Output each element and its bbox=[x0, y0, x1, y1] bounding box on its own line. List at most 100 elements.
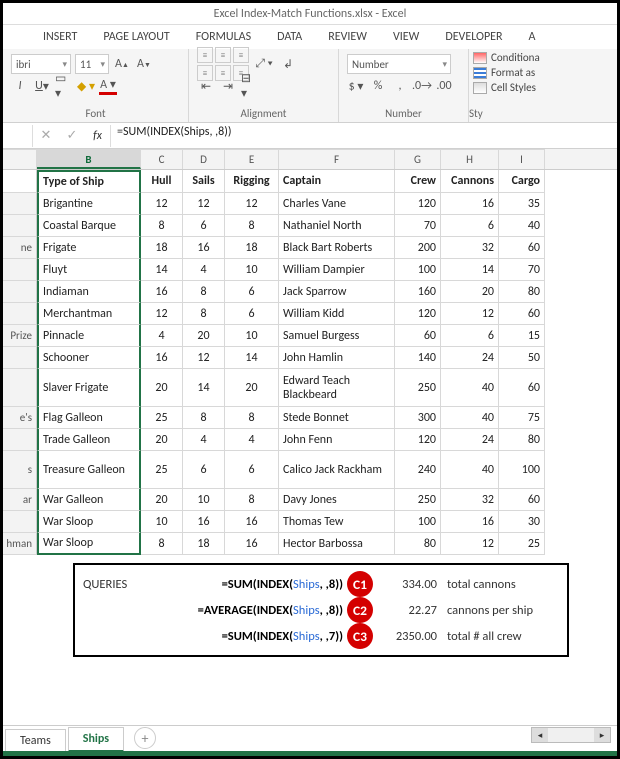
cell[interactable]: 25 bbox=[141, 407, 183, 429]
cell[interactable]: War Sloop bbox=[37, 511, 141, 533]
cell[interactable]: Trade Galleon bbox=[37, 429, 141, 451]
cell[interactable]: 10 bbox=[183, 489, 225, 511]
fill-color-icon[interactable]: ◆ ▾ bbox=[77, 77, 95, 95]
cell[interactable]: 60 bbox=[499, 303, 545, 325]
cell[interactable]: Pinnacle bbox=[37, 325, 141, 347]
cell[interactable]: 10 bbox=[225, 259, 279, 281]
scroll-left-icon[interactable]: ◂ bbox=[532, 728, 548, 742]
cell[interactable]: 18 bbox=[225, 237, 279, 259]
increase-decimal-icon[interactable]: .0→ bbox=[413, 77, 431, 95]
cell[interactable]: 6 bbox=[225, 451, 279, 489]
row-header[interactable] bbox=[3, 170, 37, 193]
cell[interactable]: 24 bbox=[441, 429, 499, 451]
cell[interactable]: 70 bbox=[499, 259, 545, 281]
cell[interactable]: Frigate bbox=[37, 237, 141, 259]
cell[interactable]: 60 bbox=[395, 325, 441, 347]
cell[interactable]: Slaver Frigate bbox=[37, 369, 141, 407]
cell[interactable]: 4 bbox=[225, 429, 279, 451]
cell[interactable]: 40 bbox=[499, 215, 545, 237]
cell[interactable]: 8 bbox=[225, 215, 279, 237]
cell[interactable]: 30 bbox=[499, 511, 545, 533]
cell[interactable]: 20 bbox=[441, 281, 499, 303]
cell[interactable]: Calico Jack Rackham bbox=[279, 451, 395, 489]
cell[interactable]: 50 bbox=[499, 347, 545, 369]
wrap-text-icon[interactable]: ↲ bbox=[279, 55, 297, 73]
cell[interactable]: 100 bbox=[395, 511, 441, 533]
cell[interactable]: Brigantine bbox=[37, 193, 141, 215]
cell[interactable]: 14 bbox=[225, 347, 279, 369]
cell[interactable]: 60 bbox=[499, 369, 545, 407]
cell[interactable]: 12 bbox=[441, 303, 499, 325]
cell[interactable]: 10 bbox=[225, 325, 279, 347]
tab-developer[interactable]: DEVELOPER bbox=[445, 30, 502, 44]
increase-font-icon[interactable]: A▲ bbox=[113, 55, 131, 73]
tab-review[interactable]: REVIEW bbox=[328, 30, 367, 44]
row-header[interactable] bbox=[3, 369, 37, 407]
cell[interactable]: Stede Bonnet bbox=[279, 407, 395, 429]
cell[interactable]: 80 bbox=[499, 281, 545, 303]
cell[interactable]: 8 bbox=[183, 281, 225, 303]
horizontal-scrollbar[interactable]: ◂ ▸ bbox=[531, 727, 611, 743]
cell[interactable]: 6 bbox=[183, 451, 225, 489]
row-header[interactable] bbox=[3, 193, 37, 215]
col-D[interactable]: D bbox=[183, 149, 225, 169]
cell[interactable]: 24 bbox=[441, 347, 499, 369]
increase-indent-icon[interactable]: ⇥ bbox=[219, 77, 237, 95]
formula-input[interactable]: =SUM(INDEX(Ships, ,8)) bbox=[111, 125, 617, 147]
cell[interactable]: 4 bbox=[183, 259, 225, 281]
cell[interactable]: 20 bbox=[141, 369, 183, 407]
conditional-formatting-button[interactable]: Conditiona bbox=[473, 51, 613, 64]
cell[interactable]: Edward Teach Blackbeard bbox=[279, 369, 395, 407]
cell[interactable]: 6 bbox=[441, 215, 499, 237]
cell[interactable]: 32 bbox=[441, 489, 499, 511]
row-header[interactable]: e's bbox=[3, 407, 37, 429]
tab-view[interactable]: VIEW bbox=[393, 30, 419, 44]
cell[interactable]: 14 bbox=[441, 259, 499, 281]
tab-insert[interactable]: INSERT bbox=[43, 30, 77, 44]
cell[interactable]: 70 bbox=[395, 215, 441, 237]
row-header[interactable] bbox=[3, 429, 37, 451]
tab-formulas[interactable]: FORMULAS bbox=[196, 30, 251, 44]
cell[interactable]: Jack Sparrow bbox=[279, 281, 395, 303]
cell[interactable]: John Fenn bbox=[279, 429, 395, 451]
tab-data[interactable]: DATA bbox=[277, 30, 302, 44]
cell[interactable]: William Kidd bbox=[279, 303, 395, 325]
cell[interactable]: 12 bbox=[225, 193, 279, 215]
add-sheet-button[interactable]: + bbox=[134, 727, 156, 749]
cell[interactable]: 16 bbox=[141, 347, 183, 369]
cell[interactable]: 8 bbox=[225, 407, 279, 429]
cell[interactable]: Schooner bbox=[37, 347, 141, 369]
enter-icon[interactable]: ✓ bbox=[59, 125, 85, 147]
cell[interactable]: War Sloop bbox=[37, 533, 141, 555]
cell[interactable]: 40 bbox=[441, 369, 499, 407]
cell[interactable]: 18 bbox=[183, 533, 225, 555]
col-H[interactable]: H bbox=[441, 149, 499, 169]
cell[interactable]: 40 bbox=[441, 407, 499, 429]
select-all-corner[interactable] bbox=[3, 149, 37, 169]
cell[interactable]: 12 bbox=[441, 533, 499, 555]
cell[interactable]: Sails bbox=[183, 170, 225, 193]
cell[interactable]: 6 bbox=[225, 281, 279, 303]
cell[interactable]: Rigging bbox=[225, 170, 279, 193]
underline-icon[interactable]: U ▾ bbox=[33, 77, 51, 95]
cell[interactable]: 200 bbox=[395, 237, 441, 259]
cell[interactable]: Flag Galleon bbox=[37, 407, 141, 429]
font-name-combo[interactable]: ibri bbox=[11, 54, 71, 74]
cell[interactable]: 75 bbox=[499, 407, 545, 429]
cell[interactable]: 16 bbox=[183, 237, 225, 259]
cell[interactable]: 20 bbox=[183, 325, 225, 347]
cell[interactable]: John Hamlin bbox=[279, 347, 395, 369]
cell[interactable]: 4 bbox=[141, 325, 183, 347]
cell[interactable]: 32 bbox=[441, 237, 499, 259]
cell[interactable]: 12 bbox=[183, 193, 225, 215]
font-size-combo[interactable]: 11 bbox=[75, 54, 109, 74]
cell[interactable]: Hector Barbossa bbox=[279, 533, 395, 555]
row-header[interactable] bbox=[3, 511, 37, 533]
cell[interactable]: Captain bbox=[279, 170, 395, 193]
cell[interactable]: 16 bbox=[441, 511, 499, 533]
col-G[interactable]: G bbox=[395, 149, 441, 169]
grid[interactable]: Type of ShipHullSailsRiggingCaptainCrewC… bbox=[3, 170, 617, 555]
cell[interactable]: 16 bbox=[441, 193, 499, 215]
row-header[interactable]: ar bbox=[3, 489, 37, 511]
cell[interactable]: 8 bbox=[225, 489, 279, 511]
